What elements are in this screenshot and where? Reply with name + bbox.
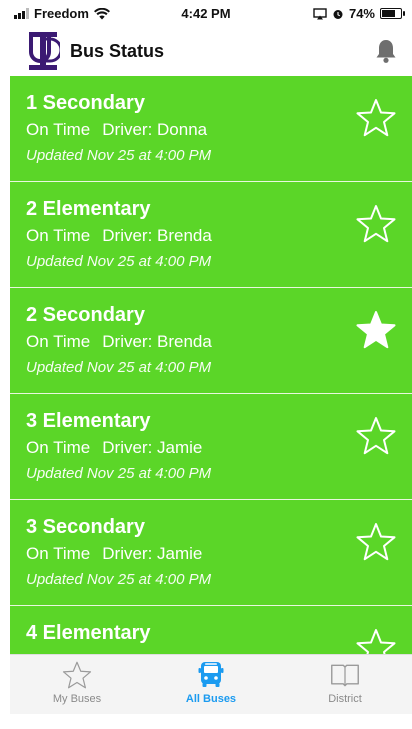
tab-label: All Buses	[185, 693, 237, 705]
home-indicator-area	[0, 714, 412, 729]
bus-name: 3 Elementary	[26, 410, 151, 432]
alarm-icon	[333, 9, 343, 19]
bus-status: On Time	[26, 544, 91, 563]
bus-driver: Driver: Jamie	[102, 544, 203, 563]
tab-label: District	[328, 693, 362, 705]
bus-name: 2 Secondary	[26, 304, 145, 326]
app-header: Bus Status	[0, 28, 412, 76]
tab-bar: My Buses All Buses District	[10, 654, 412, 714]
star-icon[interactable]	[356, 204, 396, 244]
bus-driver: Driver: Jamie	[102, 438, 203, 457]
bus-name: 4 Elementary	[26, 622, 151, 644]
star-icon[interactable]	[356, 310, 396, 350]
bus-card[interactable]: 4 Elementary	[10, 606, 412, 654]
tab-all-buses[interactable]: All Buses	[144, 655, 278, 714]
bus-card[interactable]: 3 Secondary On Time Driver: Jamie Updated…	[10, 500, 412, 606]
page-title: Bus Status	[70, 41, 165, 61]
ud-logo-icon	[29, 32, 60, 70]
bus-status: On Time	[26, 332, 91, 351]
bus-info: On Time Driver: Jamie	[26, 436, 396, 460]
battery-percent: 74%	[348, 6, 375, 21]
bus-info: On Time Driver: Donna	[26, 118, 396, 142]
bus-status: On Time	[26, 120, 91, 139]
bus-updated: Updated Nov 25 at 4:00 PM	[26, 359, 212, 376]
bus-name: 2 Elementary	[26, 198, 151, 220]
book-icon	[331, 664, 359, 687]
battery-icon	[380, 8, 405, 19]
bus-status: On Time	[26, 226, 91, 245]
bus-card[interactable]: 1 Secondary On Time Driver: Donna Updated…	[10, 76, 412, 182]
bus-status: On Time	[26, 438, 91, 457]
star-icon	[62, 661, 92, 689]
bus-driver: Driver: Donna	[102, 120, 208, 139]
tab-district[interactable]: District	[278, 655, 412, 714]
tab-label: My Buses	[52, 693, 102, 705]
bus-icon	[198, 662, 224, 687]
star-icon[interactable]	[356, 522, 396, 562]
star-icon[interactable]	[356, 98, 396, 138]
bus-card[interactable]: 2 Secondary On Time Driver: Brenda Update…	[10, 288, 412, 394]
bus-info: On Time Driver: Brenda	[26, 224, 396, 248]
bus-updated: Updated Nov 25 at 4:00 PM	[26, 465, 212, 482]
bus-info: On Time Driver: Jamie	[26, 542, 396, 566]
screen-mirror-icon	[313, 7, 327, 19]
status-right: 74%	[313, 6, 405, 21]
tab-my-buses[interactable]: My Buses	[10, 655, 144, 714]
bus-list[interactable]: 1 Secondary On Time Driver: Donna Updated…	[10, 76, 412, 654]
bus-name: 3 Secondary	[26, 516, 145, 538]
star-icon[interactable]	[356, 416, 396, 456]
bus-updated: Updated Nov 25 at 4:00 PM	[26, 253, 212, 270]
bus-info: On Time Driver: Brenda	[26, 330, 396, 354]
bell-icon[interactable]	[374, 38, 398, 64]
bus-driver: Driver: Brenda	[102, 332, 212, 351]
bus-updated: Updated Nov 25 at 4:00 PM	[26, 147, 212, 164]
bus-name: 1 Secondary	[26, 92, 145, 114]
bus-card[interactable]: 2 Elementary On Time Driver: Brenda Updat…	[10, 182, 412, 288]
bus-card[interactable]: 3 Elementary On Time Driver: Jamie Update…	[10, 394, 412, 500]
bus-updated: Updated Nov 25 at 4:00 PM	[26, 571, 212, 588]
bus-driver: Driver: Brenda	[102, 226, 212, 245]
status-bar: Freedom 4:42 PM 74%	[0, 0, 412, 28]
star-icon[interactable]	[356, 628, 396, 654]
